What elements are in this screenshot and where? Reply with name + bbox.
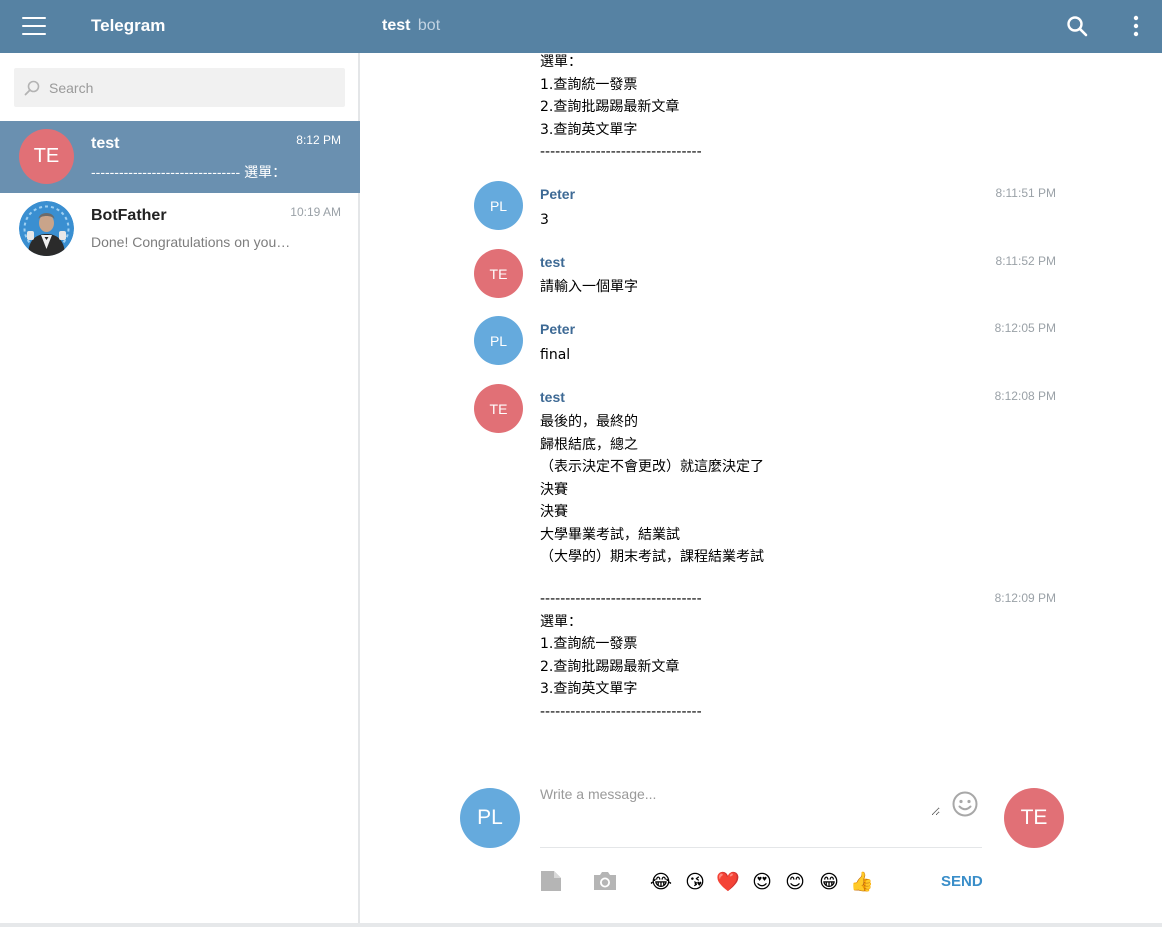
message-history[interactable]: 選單： 1.查詢統一發票 2.查詢批踢踢最新文章 3.查詢英文單字 ------… <box>362 53 1162 773</box>
sidebar: TE test 8:12 PM ------------------------… <box>0 53 360 927</box>
message-line: 3.查詢英文單字 <box>540 681 638 697</box>
emoji-grin-icon[interactable]: 😁 <box>816 869 842 895</box>
message-line: -------------------------------- <box>540 144 702 160</box>
avatar: TE <box>19 129 74 184</box>
message-author[interactable]: test <box>540 254 565 270</box>
message-line: 2.查詢批踢踢最新文章 <box>540 99 680 115</box>
dialog-time: 10:19 AM <box>290 205 341 219</box>
message-line: -------------------------------- <box>540 703 702 720</box>
message-composer: PL TE 😂 😘 ❤️ 😍 😊 😁 👍 SEND <box>362 773 1162 923</box>
search-box <box>14 68 345 107</box>
avatar[interactable]: PL <box>474 316 523 365</box>
emoji-heart-eyes-icon[interactable]: 😍 <box>749 869 775 895</box>
message-line: 大學畢業考試，結業試 <box>540 526 680 543</box>
emoji-laughing-icon[interactable]: 😂 <box>648 869 674 895</box>
peer-avatar[interactable]: TE <box>1004 788 1064 848</box>
top-header: Telegram test bot <box>0 0 1162 53</box>
emoji-thumbs-up-icon[interactable]: 👍 <box>849 869 875 895</box>
avatar[interactable]: PL <box>474 181 523 230</box>
message-text: 選單： 1.查詢統一發票 2.查詢批踢踢最新文章 3.查詢英文單字 ------… <box>540 53 1060 164</box>
message-line: 1.查詢統一發票 <box>540 636 638 652</box>
message-line: 最後的，最終的 <box>540 414 638 430</box>
message-line: 3.查詢英文單字 <box>540 121 638 138</box>
dialog-preview: -------------------------------- 選單： <box>91 164 287 180</box>
message-line: （大學的）期末考試，課程結業考試 <box>540 549 764 565</box>
app-title: Telegram <box>91 16 166 35</box>
message-input[interactable] <box>540 786 940 816</box>
dialog-name: test <box>91 135 120 152</box>
message-line: 選單： <box>540 54 582 70</box>
botfather-avatar-image <box>19 201 74 256</box>
search-icon[interactable] <box>1066 15 1088 37</box>
search-icon <box>24 80 40 96</box>
dialog-preview: Done! Congratulations on your new bot <box>91 234 291 250</box>
send-button[interactable]: SEND <box>941 873 983 890</box>
message-time: 8:11:51 PM <box>995 186 1056 200</box>
dialog-time: 8:12 PM <box>296 133 341 147</box>
message-text: 請輸入一個單字 <box>540 276 1060 299</box>
message-line: 3 <box>540 212 549 228</box>
message-line: 2.查詢批踢踢最新文章 <box>540 658 680 675</box>
message-text: 最後的，最終的 歸根結底，總之 （表示決定不會更改）就這麼決定了 決賽 決賽 大… <box>540 411 1060 569</box>
message-text: final <box>540 344 1060 367</box>
emoji-kiss-icon[interactable]: 😘 <box>682 869 708 895</box>
self-avatar[interactable]: PL <box>460 788 520 848</box>
dialog-item-botfather[interactable]: BotFather 10:19 AM Done! Congratulations… <box>0 193 360 265</box>
message-text: 3 <box>540 209 1060 232</box>
composer-divider <box>540 847 982 848</box>
message-line: 1.查詢統一發票 <box>540 76 638 93</box>
chat-subtitle: bot <box>417 17 441 34</box>
botfather-avatar <box>19 201 74 256</box>
emoji-panel-icon[interactable] <box>951 790 979 818</box>
avatar[interactable]: TE <box>474 384 523 433</box>
dialog-item-test[interactable]: TE test 8:12 PM ------------------------… <box>0 121 360 193</box>
search-input[interactable] <box>49 68 339 107</box>
chat-name: test <box>382 17 411 34</box>
chat-title[interactable]: test bot <box>382 17 440 35</box>
message-text: -------------------------------- 選單： 1.查… <box>540 588 1060 723</box>
bottom-border <box>0 923 1162 927</box>
dialog-name: BotFather <box>91 207 167 224</box>
message-line: （表示決定不會更改）就這麼決定了 <box>540 459 764 475</box>
emoji-smile-icon[interactable]: 😊 <box>782 869 808 895</box>
message-line: 決賽 <box>540 481 568 498</box>
avatar[interactable]: TE <box>474 249 523 298</box>
message-time: 8:11:52 PM <box>995 254 1056 268</box>
attach-photo-icon[interactable] <box>592 870 618 892</box>
message-line: 選單： <box>540 613 582 630</box>
message-author[interactable]: Peter <box>540 186 575 202</box>
message-time: 8:12:08 PM <box>994 389 1056 403</box>
message-author[interactable]: Peter <box>540 321 575 337</box>
hamburger-menu-icon[interactable] <box>22 17 46 35</box>
message-time: 8:12:05 PM <box>994 321 1056 335</box>
attach-file-icon[interactable] <box>540 870 562 892</box>
message-line: -------------------------------- <box>540 591 702 607</box>
message-line: 決賽 <box>540 504 568 520</box>
more-options-icon[interactable] <box>1126 15 1146 37</box>
emoji-heart-icon[interactable]: ❤️ <box>715 869 741 895</box>
message-author[interactable]: test <box>540 389 565 405</box>
message-line: 歸根結底，總之 <box>540 436 638 453</box>
message-line: 請輸入一個單字 <box>540 279 638 295</box>
message-line: final <box>540 347 571 363</box>
